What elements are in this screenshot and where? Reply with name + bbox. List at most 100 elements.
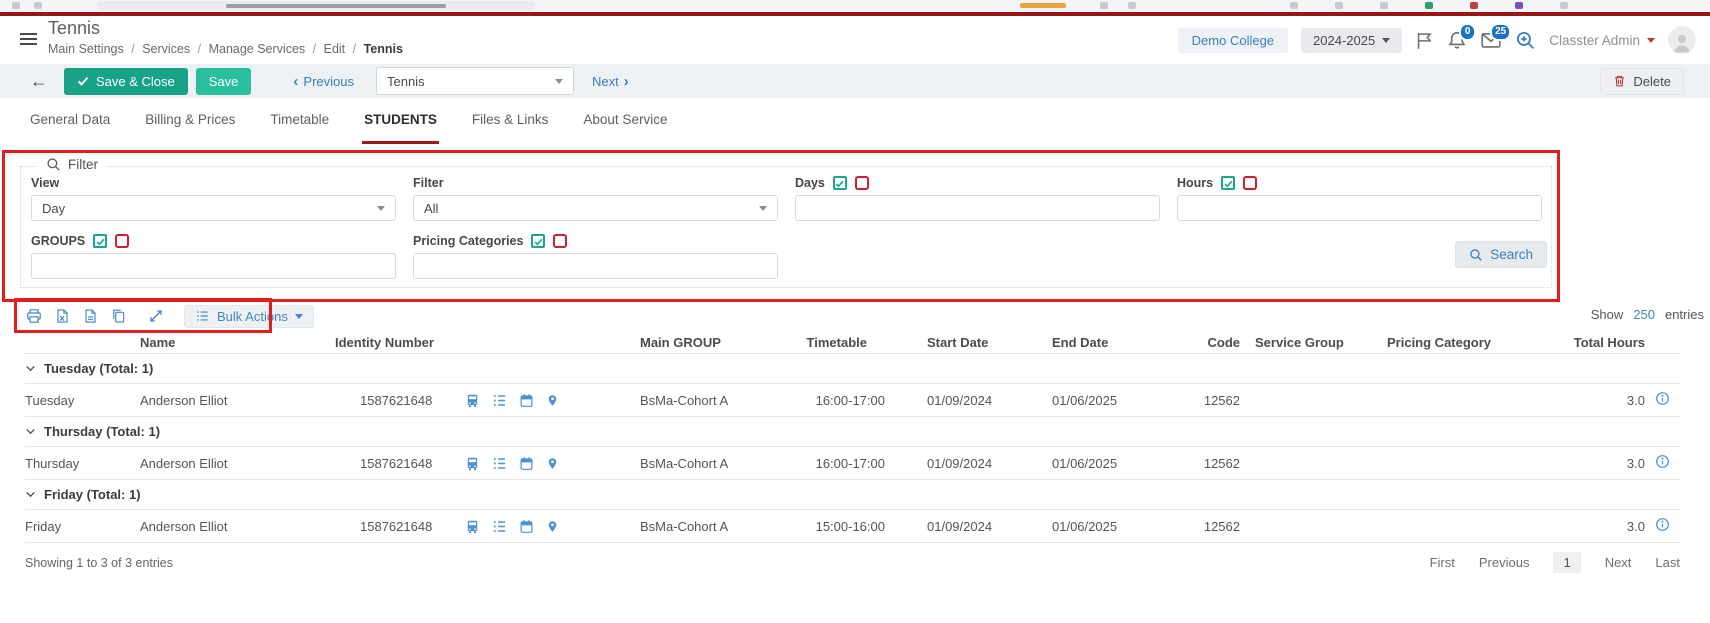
college-button[interactable]: Demo College — [1178, 28, 1288, 53]
breadcrumb-item[interactable]: Manage Services — [209, 42, 306, 56]
print-icon[interactable] — [26, 308, 42, 324]
select-all-checkbox-icon[interactable] — [93, 234, 107, 248]
tab-general-data[interactable]: General Data — [28, 98, 112, 144]
location-pin-icon[interactable] — [546, 456, 559, 471]
tasks-list-icon[interactable] — [492, 393, 507, 408]
pagination-first[interactable]: First — [1430, 555, 1455, 570]
next-record-link[interactable]: Next› — [592, 74, 629, 89]
clear-selection-icon[interactable] — [855, 176, 869, 190]
clear-selection-icon[interactable] — [115, 234, 129, 248]
pagination-next[interactable]: Next — [1605, 555, 1632, 570]
copy-icon[interactable] — [111, 308, 126, 324]
tab-timetable[interactable]: Timetable — [268, 98, 331, 144]
page-size-select[interactable]: 250 — [1633, 307, 1655, 322]
tab-files-links[interactable]: Files & Links — [470, 98, 551, 144]
filter-field-days: Days — [795, 175, 1160, 221]
fullscreen-icon[interactable] — [148, 308, 164, 324]
tab-about-service[interactable]: About Service — [581, 98, 669, 144]
col-main-group[interactable]: Main GROUP — [590, 335, 755, 350]
browser-extension-label — [1020, 3, 1066, 8]
calendar-icon[interactable] — [519, 456, 534, 471]
chevron-down-icon — [25, 489, 36, 500]
group-row-tuesday[interactable]: Tuesday (Total: 1) — [25, 354, 1680, 384]
calendar-icon[interactable] — [519, 519, 534, 534]
col-timetable[interactable]: Timetable — [755, 335, 885, 350]
clear-selection-icon[interactable] — [1243, 176, 1257, 190]
breadcrumb-item[interactable]: Edit — [324, 42, 346, 56]
service-selector[interactable]: Tennis — [376, 67, 574, 95]
global-search-icon[interactable] — [1515, 30, 1536, 51]
pagination-page-1[interactable]: 1 — [1553, 552, 1580, 573]
bulk-actions-button[interactable]: Bulk Actions — [184, 305, 314, 328]
bus-icon[interactable] — [465, 456, 480, 471]
breadcrumb-item[interactable]: Services — [142, 42, 190, 56]
filter-select[interactable]: All — [413, 195, 778, 221]
row-action-icons — [465, 519, 590, 534]
clear-selection-icon[interactable] — [553, 234, 567, 248]
bus-icon[interactable] — [465, 393, 480, 408]
col-service-group[interactable]: Service Group — [1240, 335, 1350, 350]
groups-input[interactable] — [31, 253, 396, 279]
location-pin-icon[interactable] — [546, 393, 559, 408]
col-end-date[interactable]: End Date — [1005, 335, 1155, 350]
student-name: Anderson Elliot — [120, 456, 335, 471]
group-row-friday[interactable]: Friday (Total: 1) — [25, 480, 1680, 510]
check-icon — [77, 75, 89, 87]
action-bar: ← Save & Close Save ‹Previous Tennis Nex… — [0, 64, 1710, 98]
table-header-row: Name Identity Number Main GROUP Timetabl… — [25, 332, 1680, 354]
col-code[interactable]: Code — [1155, 335, 1240, 350]
info-icon[interactable] — [1655, 454, 1670, 469]
notifications-bell-icon[interactable]: 0 — [1447, 30, 1467, 50]
tasks-list-icon[interactable] — [492, 456, 507, 471]
page-title: Tennis — [48, 18, 100, 39]
col-identity-number[interactable]: Identity Number — [335, 335, 590, 350]
menu-hamburger-icon[interactable] — [20, 33, 37, 48]
previous-record-link[interactable]: ‹Previous — [293, 74, 354, 89]
col-total-hours[interactable]: Total Hours — [1515, 335, 1645, 350]
search-button[interactable]: Search — [1455, 241, 1547, 268]
filter-field-groups: GROUPS — [31, 233, 396, 279]
browser-address-bar[interactable] — [96, 1, 536, 10]
delete-button[interactable]: Delete — [1600, 68, 1684, 95]
select-all-checkbox-icon[interactable] — [531, 234, 545, 248]
pricing-categories-input[interactable] — [413, 253, 778, 279]
view-select[interactable]: Day — [31, 195, 396, 221]
bus-icon[interactable] — [465, 519, 480, 534]
group-row-thursday[interactable]: Thursday (Total: 1) — [25, 417, 1680, 447]
messages-envelope-icon[interactable]: 25 — [1480, 30, 1502, 50]
col-name[interactable]: Name — [120, 335, 335, 350]
filter-field-hours: Hours — [1177, 175, 1542, 221]
academic-year-dropdown[interactable]: 2024-2025 — [1301, 28, 1402, 53]
user-menu[interactable]: Classter Admin — [1549, 33, 1655, 48]
save-button[interactable]: Save — [196, 68, 252, 95]
info-icon[interactable] — [1655, 517, 1670, 532]
location-pin-icon[interactable] — [546, 519, 559, 534]
col-pricing-category[interactable]: Pricing Category — [1350, 335, 1515, 350]
chevron-down-icon — [25, 363, 36, 374]
export-excel-icon[interactable] — [55, 308, 70, 324]
tab-students[interactable]: STUDENTS — [362, 98, 439, 144]
table-row[interactable]: Friday Anderson Elliot 1587621648 BsMa-C… — [25, 510, 1680, 543]
select-all-checkbox-icon[interactable] — [1221, 176, 1235, 190]
table-row[interactable]: Tuesday Anderson Elliot 1587621648 BsMa-… — [25, 384, 1680, 417]
save-and-close-button[interactable]: Save & Close — [64, 68, 188, 95]
breadcrumb-item[interactable]: Main Settings — [48, 42, 124, 56]
col-start-date[interactable]: Start Date — [885, 335, 1005, 350]
pagination-last[interactable]: Last — [1655, 555, 1680, 570]
tab-billing-prices[interactable]: Billing & Prices — [143, 98, 237, 144]
view-label: View — [31, 175, 396, 191]
avatar[interactable] — [1668, 26, 1696, 54]
filter-field-pricing-categories: Pricing Categories — [413, 233, 778, 279]
select-all-checkbox-icon[interactable] — [833, 176, 847, 190]
export-pdf-icon[interactable] — [83, 308, 98, 324]
back-arrow-button[interactable]: ← — [30, 71, 48, 92]
calendar-icon[interactable] — [519, 393, 534, 408]
table-row[interactable]: Thursday Anderson Elliot 1587621648 BsMa… — [25, 447, 1680, 480]
info-icon[interactable] — [1655, 391, 1670, 406]
hours-input[interactable] — [1177, 195, 1542, 221]
tasks-list-icon[interactable] — [492, 519, 507, 534]
pagination-previous[interactable]: Previous — [1479, 555, 1530, 570]
days-input[interactable] — [795, 195, 1160, 221]
flag-icon[interactable] — [1415, 31, 1434, 50]
browser-chrome-strip — [0, 0, 1710, 12]
